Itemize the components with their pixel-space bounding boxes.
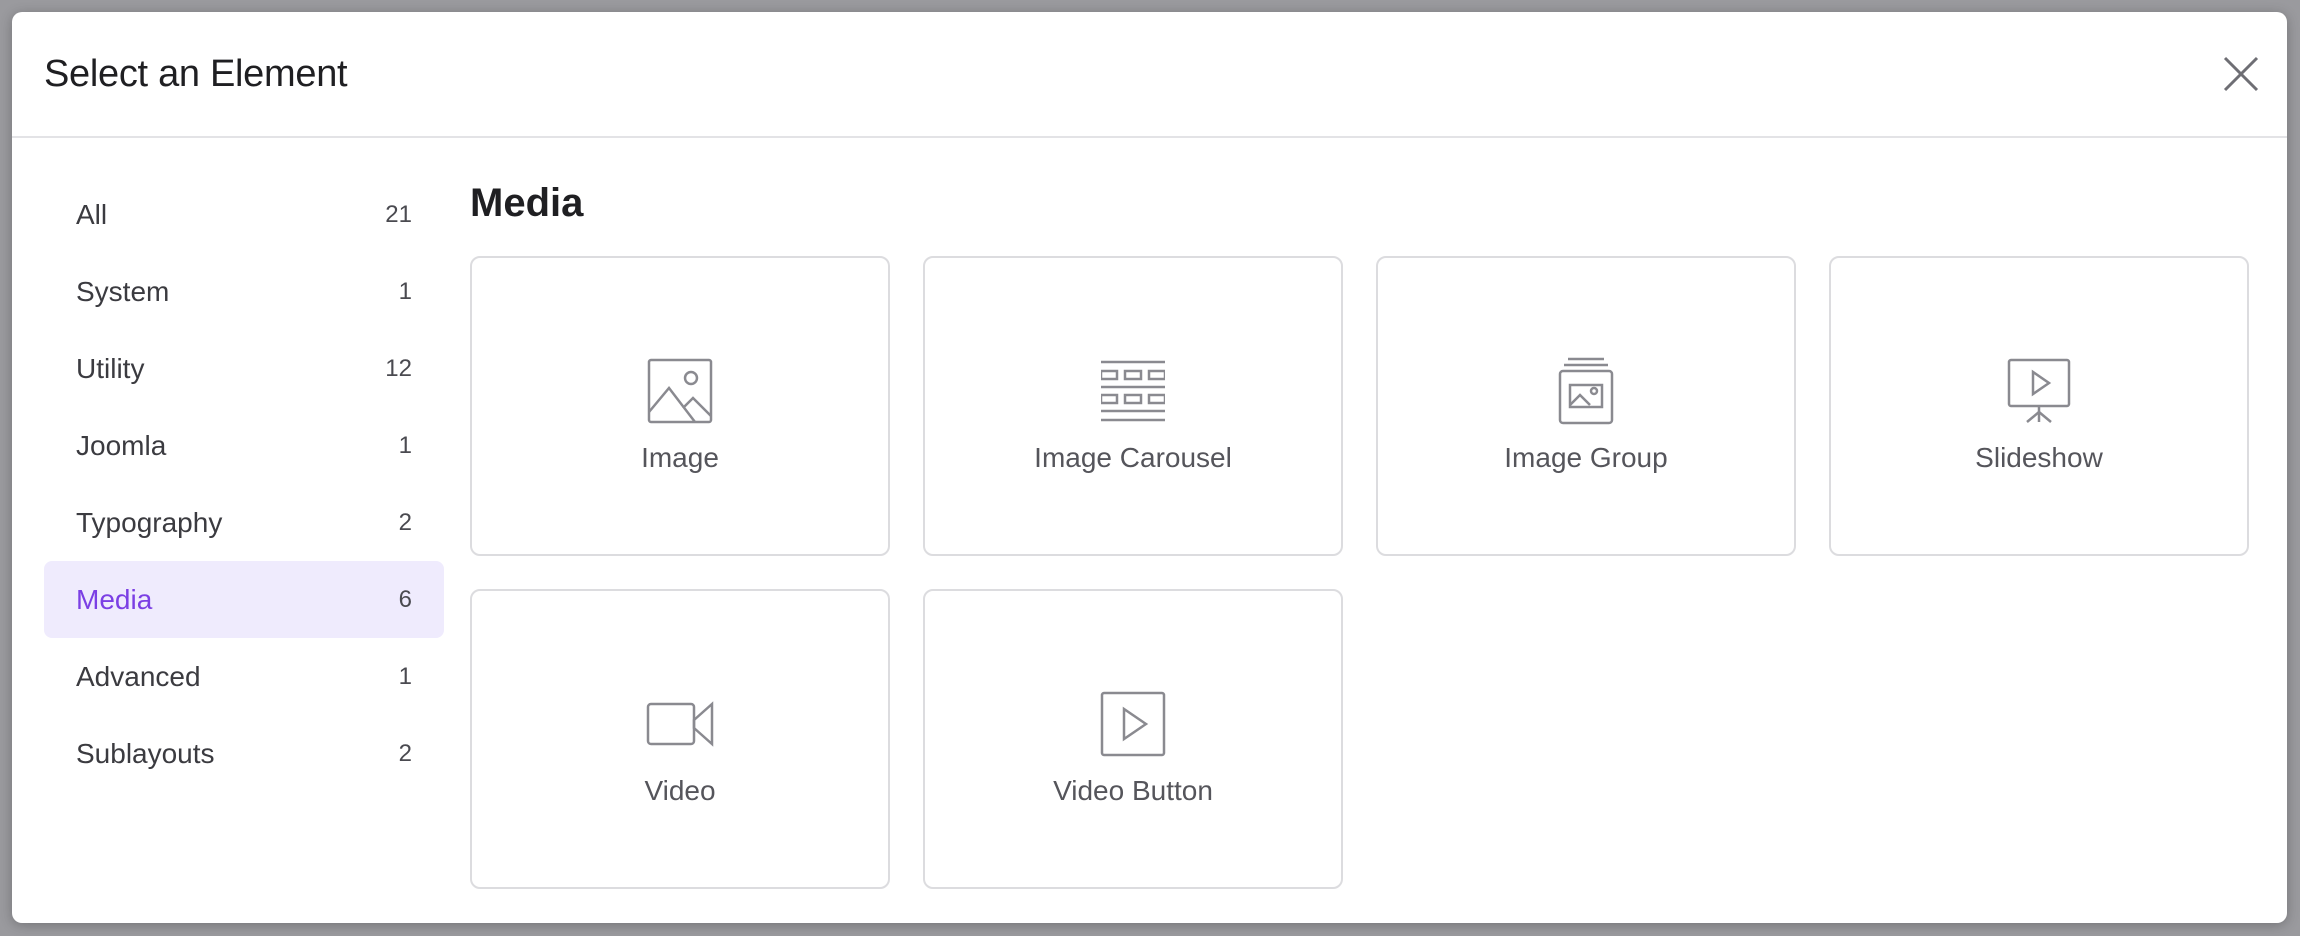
modal-body: All 21 System 1 Utility 12 Joomla 1 Typo… (12, 138, 2287, 921)
category-count: 1 (398, 431, 412, 459)
category-count: 1 (398, 662, 412, 690)
close-icon (2223, 56, 2259, 92)
image-icon (645, 356, 715, 426)
category-advanced[interactable]: Advanced 1 (44, 638, 444, 715)
element-label: Slideshow (1975, 442, 2103, 473)
category-sidebar: All 21 System 1 Utility 12 Joomla 1 Typo… (12, 138, 470, 921)
element-card-image-group[interactable]: Image Group (1376, 256, 1796, 556)
category-label: Typography (76, 506, 223, 538)
category-count: 1 (398, 277, 412, 305)
modal-title: Select an Element (44, 52, 348, 95)
element-card-video[interactable]: Video (470, 589, 890, 889)
category-typography[interactable]: Typography 2 (44, 484, 444, 561)
category-media[interactable]: Media 6 (44, 561, 444, 638)
category-label: Sublayouts (76, 737, 215, 769)
play-button-icon (1098, 689, 1168, 759)
category-label: Joomla (76, 429, 167, 461)
slideshow-icon (2004, 356, 2074, 426)
element-card-video-button[interactable]: Video Button (923, 589, 1343, 889)
category-label: Utility (76, 352, 145, 384)
element-card-slideshow[interactable]: Slideshow (1829, 256, 2249, 556)
select-element-modal: Select an Element All 21 System 1 Utilit… (12, 12, 2287, 923)
category-label: Advanced (76, 660, 201, 692)
category-utility[interactable]: Utility 12 (44, 330, 444, 407)
category-label: All (76, 198, 108, 230)
category-count: 2 (398, 739, 412, 767)
category-label: Media (76, 583, 153, 615)
category-system[interactable]: System 1 (44, 253, 444, 330)
category-label: System (76, 275, 170, 307)
element-label: Image Carousel (1034, 442, 1232, 473)
close-button[interactable] (2217, 50, 2265, 98)
section-title: Media (470, 181, 584, 225)
element-label: Video (644, 775, 716, 806)
category-sublayouts[interactable]: Sublayouts 2 (44, 715, 444, 792)
category-count: 6 (398, 585, 412, 613)
category-count: 2 (398, 508, 412, 536)
element-label: Video Button (1053, 775, 1213, 806)
carousel-icon (1098, 356, 1168, 426)
category-joomla[interactable]: Joomla 1 (44, 407, 444, 484)
image-group-icon (1551, 356, 1621, 426)
element-label: Image (641, 442, 719, 473)
element-card-image-carousel[interactable]: Image Carousel (923, 256, 1343, 556)
element-grid-area: Media Image Image Carousel Image Group S… (470, 138, 2287, 921)
element-label: Image Group (1504, 442, 1668, 473)
category-all[interactable]: All 21 (44, 176, 444, 253)
element-grid: Image Image Carousel Image Group Slidesh… (470, 256, 2257, 889)
element-card-image[interactable]: Image (470, 256, 890, 556)
video-camera-icon (645, 689, 715, 759)
category-count: 21 (385, 200, 412, 228)
category-count: 12 (385, 354, 412, 382)
modal-header: Select an Element (12, 12, 2287, 138)
